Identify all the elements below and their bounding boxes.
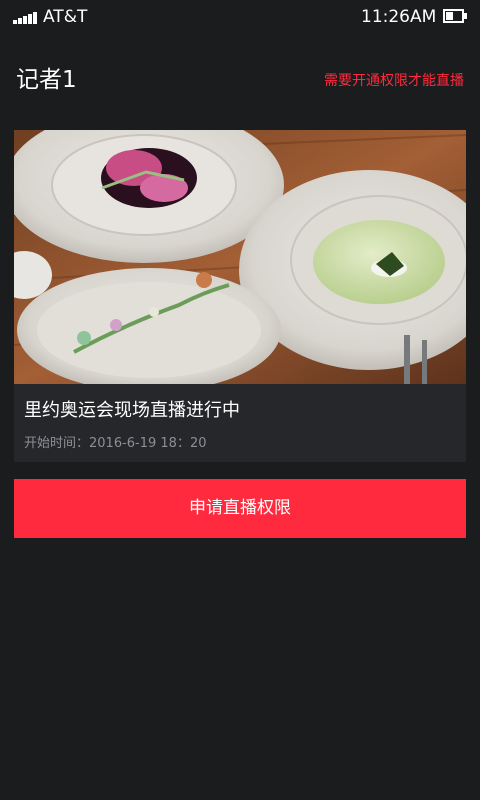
live-title: 里约奥运会现场直播进行中	[24, 400, 240, 421]
food-plates-photo	[14, 130, 466, 384]
page-title: 记者1	[16, 67, 77, 93]
header: 记者1 需要开通权限才能直播	[0, 60, 480, 102]
signal-icon	[13, 12, 37, 24]
status-time: 11:26AM	[361, 7, 437, 27]
battery-icon	[443, 9, 467, 23]
live-cover-image[interactable]	[14, 130, 466, 384]
status-bar: AT&T 11:26AM	[0, 0, 480, 34]
carrier-name: AT&T	[43, 7, 88, 27]
live-card[interactable]: 里约奥运会现场直播进行中 开始时间：2016-6-19 18：20	[14, 130, 466, 462]
start-time: 开始时间：2016-6-19 18：20	[24, 436, 207, 451]
apply-live-permission-button[interactable]: 申请直播权限	[14, 479, 466, 538]
permission-notice: 需要开通权限才能直播	[324, 73, 464, 89]
